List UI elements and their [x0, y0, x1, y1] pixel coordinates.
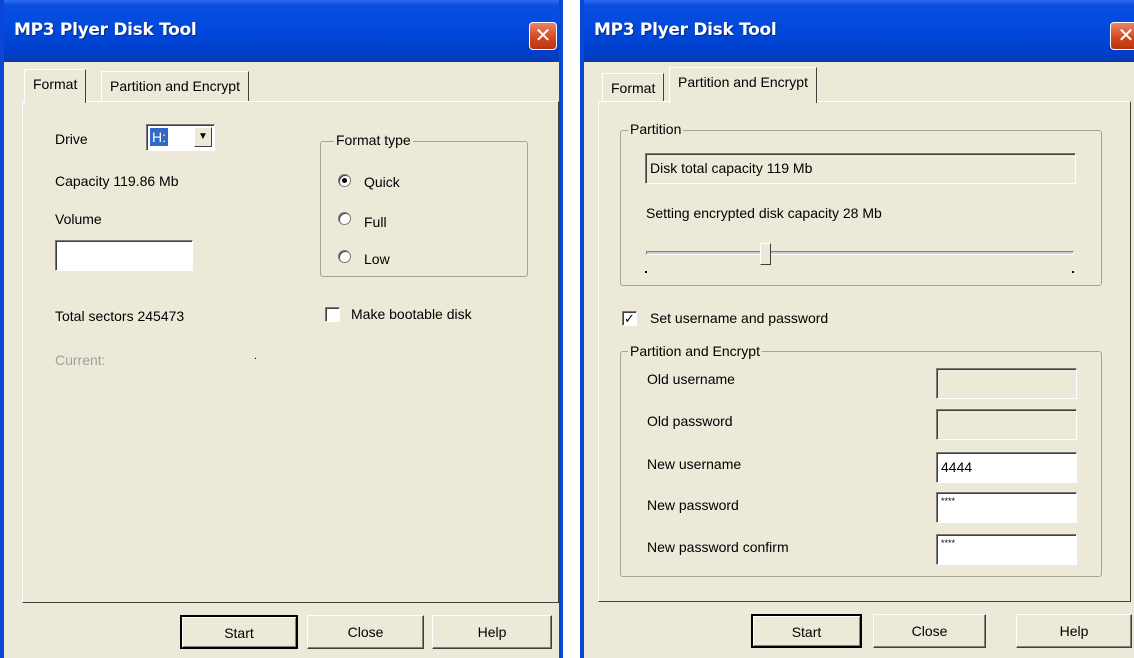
current-label: Current:	[55, 352, 106, 368]
close-icon[interactable]: ✕	[1110, 22, 1134, 50]
full-label[interactable]: Full	[364, 214, 387, 230]
close-button[interactable]: Close	[307, 615, 424, 649]
drive-value: H:	[150, 128, 168, 146]
close-icon[interactable]: ✕	[529, 22, 557, 50]
tab-partition-encrypt[interactable]: Partition and Encrypt	[101, 71, 249, 101]
drive-label: Drive	[55, 131, 88, 147]
quick-label[interactable]: Quick	[364, 174, 400, 190]
volume-label: Volume	[55, 211, 102, 227]
current-value: .	[254, 350, 258, 362]
drive-select[interactable]: H: ▼	[146, 124, 215, 151]
quick-radio[interactable]	[338, 174, 351, 187]
capacity-slider-thumb[interactable]	[760, 243, 772, 265]
total-sectors-text: Total sectors 245473	[55, 308, 185, 324]
new-password-confirm-label: New password confirm	[647, 539, 789, 555]
title-bar[interactable]: MP3 Plyer Disk Tool ✕	[584, 0, 1134, 62]
start-button[interactable]: Start	[180, 615, 298, 649]
encrypt-group-title: Partition and Encrypt	[628, 343, 762, 359]
make-bootable-checkbox[interactable]	[325, 307, 340, 322]
old-username-label: Old username	[647, 371, 735, 387]
format-dialog-window: MP3 Plyer Disk Tool ✕ Format Partition a…	[0, 0, 563, 658]
window-title: MP3 Plyer Disk Tool	[594, 20, 777, 40]
old-password-input	[936, 409, 1077, 440]
radio-selected-dot	[342, 178, 347, 183]
partition-dialog-window: MP3 Plyer Disk Tool ✕ Format Partition a…	[580, 0, 1134, 658]
slider-tick-max	[1072, 271, 1074, 273]
volume-input[interactable]	[55, 240, 193, 271]
close-button[interactable]: Close	[873, 614, 986, 648]
format-type-group	[320, 141, 528, 277]
make-bootable-label[interactable]: Make bootable disk	[351, 306, 472, 322]
capacity-text: Capacity 119.86 Mb	[55, 173, 179, 189]
set-credentials-checkbox[interactable]: ✓	[622, 311, 637, 326]
new-password-confirm-input[interactable]: ****	[936, 534, 1077, 565]
low-label[interactable]: Low	[364, 251, 390, 267]
title-bar[interactable]: MP3 Plyer Disk Tool ✕	[4, 0, 559, 62]
format-type-title: Format type	[334, 132, 413, 148]
capacity-slider-track[interactable]	[646, 251, 1074, 255]
total-capacity-field: Disk total capacity 119 Mb	[645, 153, 1076, 184]
old-username-input	[936, 368, 1077, 399]
window-title: MP3 Plyer Disk Tool	[14, 20, 197, 40]
partition-group-title: Partition	[628, 121, 684, 137]
full-radio[interactable]	[338, 212, 351, 225]
old-password-label: Old password	[647, 413, 733, 429]
slider-tick-min	[645, 271, 647, 273]
help-button[interactable]: Help	[1016, 614, 1132, 648]
tab-format[interactable]: Format	[24, 69, 87, 103]
set-credentials-label[interactable]: Set username and password	[650, 310, 828, 326]
start-button[interactable]: Start	[751, 614, 862, 648]
new-username-input[interactable]: 4444	[936, 452, 1077, 483]
tab-format[interactable]: Format	[602, 73, 665, 103]
tab-partition-encrypt[interactable]: Partition and Encrypt	[669, 67, 817, 103]
chevron-down-icon[interactable]: ▼	[194, 127, 212, 147]
low-radio[interactable]	[338, 250, 351, 263]
encrypted-capacity-text: Setting encrypted disk capacity 28 Mb	[646, 205, 882, 221]
help-button[interactable]: Help	[432, 615, 552, 649]
new-username-label: New username	[647, 456, 742, 472]
new-password-input[interactable]: ****	[936, 492, 1077, 523]
new-password-label: New password	[647, 497, 739, 513]
